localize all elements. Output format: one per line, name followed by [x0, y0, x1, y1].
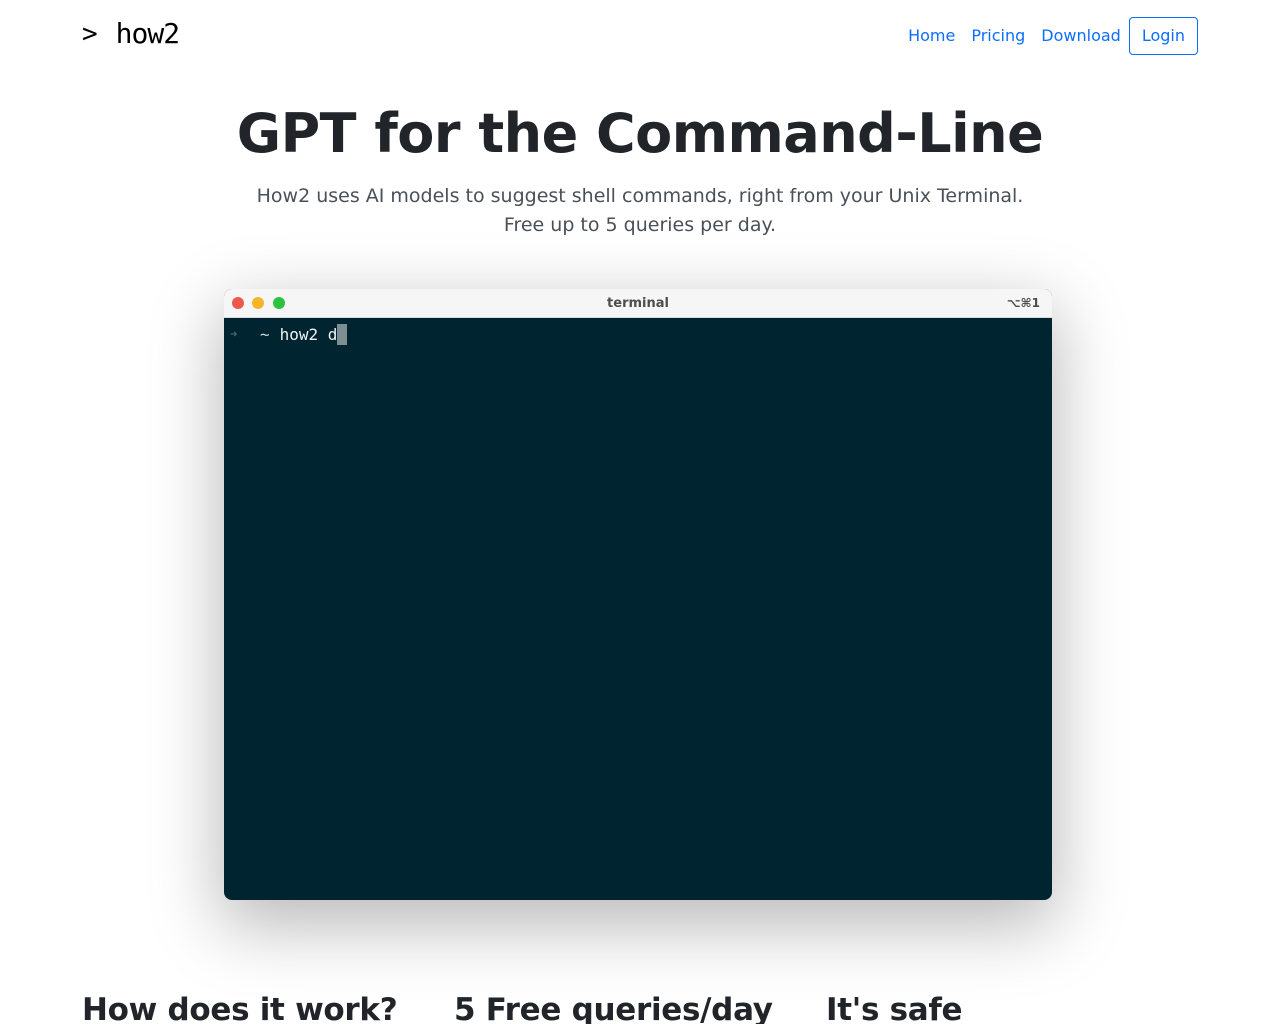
prompt-arrow-icon: ➜	[230, 327, 238, 341]
feature-heading-safe: It's safe	[826, 992, 963, 1024]
prompt-line: ➜ ~ how2 d	[230, 322, 1046, 346]
brand-name: how2	[115, 17, 180, 50]
nav-download-link[interactable]: Download	[1033, 18, 1129, 54]
hero-subtitle-line-1: How2 uses AI models to suggest shell com…	[256, 185, 1024, 207]
hero-subtitle: How2 uses AI models to suggest shell com…	[0, 182, 1280, 240]
prompt-directory: ~	[260, 324, 270, 344]
hero-subtitle-line-2: Free up to 5 queries per day.	[503, 214, 777, 236]
prompt-caret-icon: >	[82, 19, 98, 49]
text-cursor	[337, 323, 348, 345]
terminal-shortcut: ⌥⌘1	[1006, 296, 1040, 310]
feature-heading-how-it-works: How does it work?	[82, 992, 398, 1024]
terminal-body[interactable]: ➜ ~ how2 d	[224, 319, 1052, 900]
hero-title: GPT for the Command-Line	[236, 102, 1044, 165]
brand-logo[interactable]: > how2	[82, 16, 180, 52]
terminal-titlebar: terminal ⌥⌘1	[224, 289, 1052, 318]
nav-pricing-link[interactable]: Pricing	[963, 18, 1033, 54]
navbar: > how2 Home Pricing Download Login	[0, 0, 1280, 70]
terminal-window: terminal ⌥⌘1 ➜ ~ how2 d	[224, 289, 1052, 900]
feature-heading-free-queries: 5 Free queries/day	[454, 992, 773, 1024]
nav-home-link[interactable]: Home	[900, 18, 963, 54]
typed-command: how2 d	[279, 324, 338, 344]
features-row: How does it work? 5 Free queries/day It'…	[82, 990, 1198, 1024]
login-button[interactable]: Login	[1128, 17, 1198, 55]
terminal-title: terminal	[607, 296, 669, 311]
nav-links: Home Pricing Download Login	[900, 17, 1198, 55]
